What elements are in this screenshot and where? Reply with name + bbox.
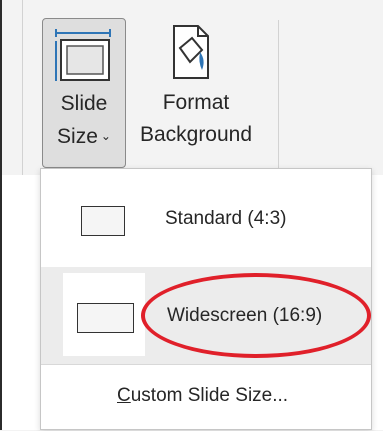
menu-item-standard[interactable]: Standard (4:3) <box>41 169 371 267</box>
red-annotation-ellipse <box>141 273 371 358</box>
menu-item-widescreen[interactable]: Widescreen (16:9) <box>41 267 371 364</box>
slide-size-label-line1: Slide <box>60 92 108 115</box>
format-background-button[interactable]: Format Background <box>130 18 262 168</box>
format-background-icon <box>173 25 209 79</box>
chevron-down-icon: ⌄ <box>100 129 111 143</box>
format-background-label-line2: Background <box>139 123 253 146</box>
ribbon-separator <box>278 20 279 170</box>
menu-item-custom-label: Custom Slide Size... <box>117 385 288 407</box>
menu-item-standard-label: Standard (4:3) <box>165 208 287 229</box>
custom-mnemonic: C <box>117 385 131 406</box>
widescreen-slide-thumbnail <box>77 303 134 333</box>
slide-size-button[interactable]: Slide Size ⌄ <box>42 18 126 168</box>
custom-label-rest: ustom Slide Size... <box>130 385 289 406</box>
format-background-label-line1: Format <box>162 91 230 114</box>
standard-slide-thumbnail <box>81 206 125 236</box>
ribbon-separator <box>22 0 23 195</box>
slide-size-label-line2: Size ⌄ <box>43 123 125 150</box>
menu-item-custom-slide-size[interactable]: Custom Slide Size... <box>41 365 371 431</box>
slide-size-label-text: Size <box>57 125 98 148</box>
slide-size-dropdown: Standard (4:3) Widescreen (16:9) Custom … <box>40 168 372 430</box>
slide-size-icon <box>55 29 111 81</box>
